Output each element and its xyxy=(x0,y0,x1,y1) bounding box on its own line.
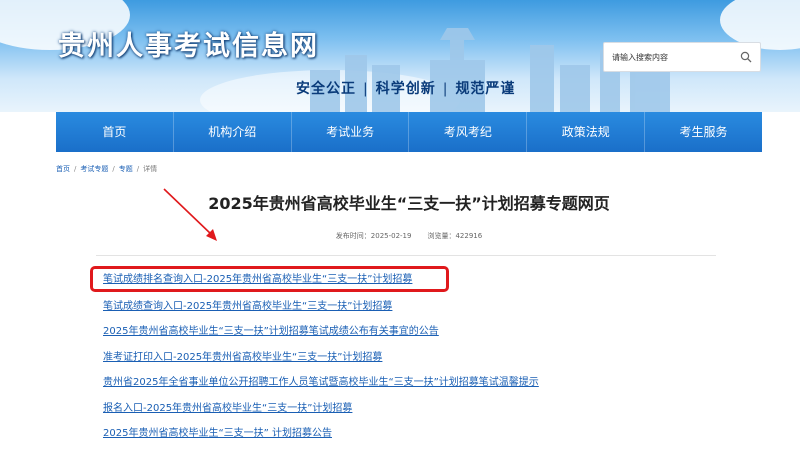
slogan-separator: | xyxy=(363,81,369,97)
nav-item-home[interactable]: 首页 xyxy=(56,112,174,152)
list-item-link[interactable]: 2025年贵州省高校毕业生“三支一扶” 计划招募公告 xyxy=(103,424,332,439)
site-title[interactable]: 贵州人事考试信息网 xyxy=(58,24,319,63)
nav-item-policies[interactable]: 政策法规 xyxy=(527,112,646,152)
nav-item-about[interactable]: 机构介绍 xyxy=(174,112,292,152)
breadcrumb-separator: / xyxy=(136,165,140,173)
slogan-item: 规范严谨 xyxy=(455,81,516,97)
nav-item-candidate-services[interactable]: 考生服务 xyxy=(645,112,762,152)
red-highlight-box xyxy=(90,266,449,292)
list-item-link[interactable]: 准考证打印入口-2025年贵州省高校毕业生“三支一扶”计划招募 xyxy=(103,348,382,363)
search-box xyxy=(603,42,761,72)
view-count: 浏览量：422916 xyxy=(427,232,483,240)
breadcrumb-link-home[interactable]: 首页 xyxy=(56,165,70,173)
nav-item-exam-discipline[interactable]: 考风考纪 xyxy=(409,112,528,152)
site-header: 贵州人事考试信息网 安全公正 | 科学创新 | 规范严谨 xyxy=(0,0,800,112)
breadcrumb-link-exam-topics[interactable]: 考试专题 xyxy=(80,165,108,173)
breadcrumb: 首页 / 考试专题 / 专题 / 详情 xyxy=(56,164,157,174)
list-item-link[interactable]: 2025年贵州省高校毕业生“三支一扶”计划招募笔试成绩公布有关事宜的公告 xyxy=(103,322,439,337)
slogan-item: 安全公正 xyxy=(296,81,356,97)
publish-time: 发布时间：2025-02-19 xyxy=(335,232,412,240)
list-item-link[interactable]: 贵州省2025年全省事业单位公开招聘工作人员笔试暨高校毕业生“三支一扶”计划招募… xyxy=(103,373,539,388)
red-arrow-annotation xyxy=(163,188,217,241)
breadcrumb-separator: / xyxy=(112,165,115,173)
list-item-link[interactable]: 笔试成绩查询入口-2025年贵州省高校毕业生“三支一扶”计划招募 xyxy=(103,297,392,312)
slogan-separator: | xyxy=(442,81,449,97)
nav-item-exam-business[interactable]: 考试业务 xyxy=(292,112,410,152)
breadcrumb-separator: / xyxy=(74,165,77,173)
breadcrumb-current: 详情 xyxy=(143,165,158,173)
main-nav: 首页 机构介绍 考试业务 考风考纪 政策法规 考生服务 xyxy=(56,112,762,152)
site-slogan: 安全公正 | 科学创新 | 规范严谨 xyxy=(296,78,515,98)
divider xyxy=(96,255,716,256)
search-icon[interactable] xyxy=(740,51,752,63)
list-item-link[interactable]: 报名入口-2025年贵州省高校毕业生“三支一扶”计划招募 xyxy=(103,399,352,414)
breadcrumb-link-topic[interactable]: 专题 xyxy=(119,165,133,173)
search-input[interactable] xyxy=(612,49,732,66)
slogan-item: 科学创新 xyxy=(375,81,436,97)
